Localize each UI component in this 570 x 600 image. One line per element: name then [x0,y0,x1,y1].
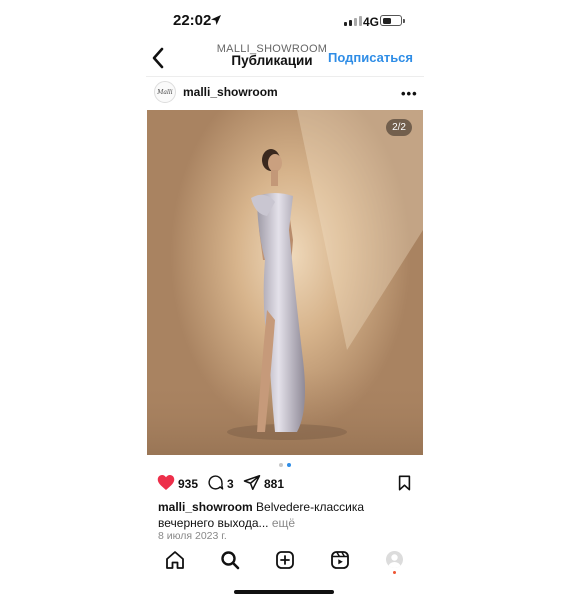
model-illustration [147,110,423,455]
profile-silhouette-icon [388,554,401,568]
more-options-icon[interactable]: ••• [401,86,418,101]
share-count: 881 [264,477,285,491]
carousel-dot [279,463,283,467]
share-icon[interactable] [243,474,261,491]
notification-dot [393,571,396,574]
like-heart-icon[interactable] [157,474,175,491]
reels-icon[interactable] [330,550,350,570]
location-arrow-icon [211,15,221,25]
network-type: 4G [363,15,380,29]
battery-cap [403,19,405,23]
post-username[interactable]: malli_showroom [183,85,278,99]
battery-icon [380,15,402,26]
header-divider [146,76,424,77]
search-icon[interactable] [220,550,240,570]
post-image[interactable]: 2/2 [147,110,423,455]
image-counter: 2/2 [386,119,412,136]
home-indicator [234,590,334,594]
caption-username[interactable]: malli_showroom [158,500,253,514]
comment-count: 3 [227,477,234,491]
create-icon[interactable] [275,550,295,570]
comment-icon[interactable] [207,474,224,491]
subscribe-button[interactable]: Подписаться [328,50,413,65]
post-avatar[interactable]: Malli [154,81,176,103]
bookmark-icon[interactable] [398,475,411,491]
caption-more-link[interactable]: ещё [272,516,295,530]
home-icon[interactable] [165,550,185,570]
profile-avatar[interactable] [386,551,403,568]
post-caption: malli_showroom Belvedere-классика вечерн… [158,500,398,531]
status-time: 22:02 [173,12,212,29]
post-date: 8 июля 2023 г. [158,530,227,542]
like-count: 935 [178,477,199,491]
battery-level [382,17,391,24]
carousel-dot [287,463,291,467]
page-title: Публикации [231,53,313,68]
signal-icon [344,16,362,26]
back-chevron-icon[interactable] [150,46,166,70]
